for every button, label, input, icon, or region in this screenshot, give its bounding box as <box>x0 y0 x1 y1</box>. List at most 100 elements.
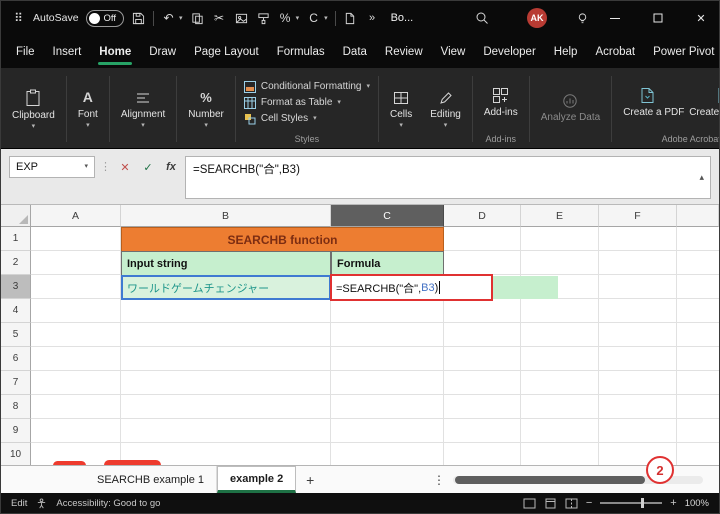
title-bar: ⠿ AutoSave Off ↶ ▾ ✂ % ▾ C ▾ » Bo... AK … <box>1 1 719 35</box>
save-icon[interactable] <box>131 10 146 26</box>
toolbar-overflow-icon[interactable]: » <box>365 10 380 26</box>
maximize-button[interactable] <box>640 1 676 35</box>
tab-draw[interactable]: Draw <box>140 35 185 68</box>
page-layout-view-icon[interactable] <box>544 498 557 509</box>
cut-icon[interactable]: ✂ <box>212 10 227 26</box>
new-sheet-button[interactable]: + <box>296 466 324 493</box>
create-pdf-button[interactable]: Create a PDF <box>618 84 684 122</box>
zoom-slider[interactable] <box>600 498 663 508</box>
sheet-tab-example1[interactable]: SEARCHB example 1 <box>85 466 217 493</box>
close-button[interactable]: ✕ <box>683 1 719 35</box>
number-button[interactable]: % Number ▾ <box>183 86 229 132</box>
clipboard-button[interactable]: Clipboard ▾ <box>7 86 60 133</box>
formula-bar-grip-icon[interactable]: ⋮ <box>100 156 111 178</box>
zoom-out-button[interactable]: − <box>586 497 592 509</box>
row-header-9[interactable]: 9 <box>1 419 31 443</box>
font-button[interactable]: A Font ▾ <box>73 86 103 132</box>
zoom-in-button[interactable]: + <box>670 497 676 509</box>
undo-icon[interactable]: ↶ <box>161 10 176 26</box>
titlebar-divider <box>334 10 336 26</box>
conditional-formatting-button[interactable]: Conditional Formatting ▾ <box>242 80 372 93</box>
collapse-formula-bar-icon[interactable]: ▴ <box>699 172 704 183</box>
cancel-entry-button[interactable]: ✕ <box>116 156 134 178</box>
undo-chevron-icon[interactable]: ▾ <box>179 14 183 22</box>
picture-icon[interactable] <box>234 10 249 26</box>
select-all-corner[interactable] <box>1 205 31 227</box>
copy-icon[interactable] <box>190 10 205 26</box>
minimize-button[interactable] <box>597 1 633 35</box>
sheet-tab-example2[interactable]: example 2 <box>217 466 297 493</box>
tab-view[interactable]: View <box>432 35 475 68</box>
column-header-d[interactable]: D <box>444 205 521 227</box>
autosave-toggle[interactable]: Off <box>85 9 125 27</box>
document-icon[interactable] <box>343 10 358 26</box>
clear-icon[interactable]: C <box>306 10 321 26</box>
tab-power-pivot[interactable]: Power Pivot <box>644 35 719 68</box>
row-header-3[interactable]: 3 <box>1 275 31 299</box>
cell-c2-formula-header[interactable]: Formula <box>331 251 444 276</box>
cell-b2-input-header[interactable]: Input string <box>121 251 331 276</box>
accessibility-status[interactable]: Accessibility: Good to go <box>56 498 160 509</box>
tab-developer[interactable]: Developer <box>474 35 544 68</box>
column-header-b[interactable]: B <box>121 205 331 227</box>
horizontal-scrollbar-thumb[interactable] <box>455 476 645 484</box>
search-icon[interactable] <box>474 10 489 26</box>
cell-styles-icon <box>244 113 256 124</box>
cell-styles-button[interactable]: Cell Styles ▾ <box>242 113 372 125</box>
name-box-chevron-icon[interactable]: ▾ <box>84 163 88 170</box>
tab-home[interactable]: Home <box>90 35 140 68</box>
row-header-8[interactable]: 8 <box>1 395 31 419</box>
alignment-button[interactable]: Alignment ▾ <box>116 87 170 132</box>
format-as-table-button[interactable]: Format as Table ▾ <box>242 96 372 109</box>
row-header-6[interactable]: 6 <box>1 347 31 371</box>
account-avatar[interactable]: AK <box>527 8 547 28</box>
tab-help[interactable]: Help <box>545 35 587 68</box>
zoom-level[interactable]: 100% <box>685 498 709 509</box>
editing-button[interactable]: Editing ▾ <box>425 87 466 132</box>
percent-style-icon[interactable]: % <box>278 10 293 26</box>
column-header-f[interactable]: F <box>599 205 677 227</box>
tab-page-layout[interactable]: Page Layout <box>185 35 268 68</box>
percent-chevron-icon[interactable]: ▾ <box>296 14 300 22</box>
cell-b1-merged-title[interactable]: SEARCHB function <box>121 227 444 252</box>
row-header-1[interactable]: 1 <box>1 227 31 251</box>
cell-c3-formula-editing[interactable]: =SEARCHB("合", B3) <box>330 274 493 301</box>
row-header-10[interactable]: 10 <box>1 443 31 465</box>
cells-icon <box>394 91 409 104</box>
tab-acrobat[interactable]: Acrobat <box>586 35 644 68</box>
row-header-4[interactable]: 4 <box>1 299 31 323</box>
row-header-7[interactable]: 7 <box>1 371 31 395</box>
column-header-a[interactable]: A <box>31 205 121 227</box>
name-box[interactable]: EXP ▾ <box>9 156 95 178</box>
create-pdf-share-button[interactable]: Create a PDF and Share link <box>684 84 719 122</box>
cells-button[interactable]: Cells ▾ <box>385 87 417 132</box>
normal-view-icon[interactable] <box>523 498 536 509</box>
spreadsheet-grid[interactable]: A B C D E F 1 2 3 4 5 6 7 8 9 10 SEARCHB… <box>1 205 719 465</box>
cell-c3-fill-spill[interactable] <box>493 276 558 299</box>
zoom-slider-knob[interactable] <box>640 498 644 508</box>
analyze-data-button[interactable]: Analyze Data <box>536 91 605 127</box>
tab-insert[interactable]: Insert <box>44 35 91 68</box>
format-painter-icon[interactable] <box>256 10 271 26</box>
cell-b3-input-value[interactable]: ワールドゲームチェンジャー <box>121 275 331 300</box>
enter-entry-button[interactable]: ✓ <box>139 156 157 178</box>
tab-formulas[interactable]: Formulas <box>268 35 334 68</box>
row-header-5[interactable]: 5 <box>1 323 31 347</box>
addins-button[interactable]: Add-ins <box>479 84 523 121</box>
column-header-e[interactable]: E <box>521 205 599 227</box>
insert-function-button[interactable]: fx <box>162 156 180 178</box>
formula-input[interactable]: =SEARCHB("合",B3) ▴ <box>185 156 711 199</box>
page-break-view-icon[interactable] <box>565 498 578 509</box>
app-launcher-icon[interactable]: ⠿ <box>11 10 26 26</box>
row-header-2[interactable]: 2 <box>1 251 31 275</box>
tab-review[interactable]: Review <box>376 35 432 68</box>
sheet-options-icon[interactable]: ⋮ <box>433 466 445 493</box>
column-header-c[interactable]: C <box>331 205 444 227</box>
clear-chevron-icon[interactable]: ▾ <box>324 14 328 22</box>
group-separator <box>108 76 110 142</box>
column-header-partial[interactable] <box>677 205 719 227</box>
tab-data[interactable]: Data <box>334 35 376 68</box>
lightbulb-icon[interactable] <box>575 10 590 26</box>
align-lines-icon <box>137 93 150 102</box>
tab-file[interactable]: File <box>7 35 44 68</box>
